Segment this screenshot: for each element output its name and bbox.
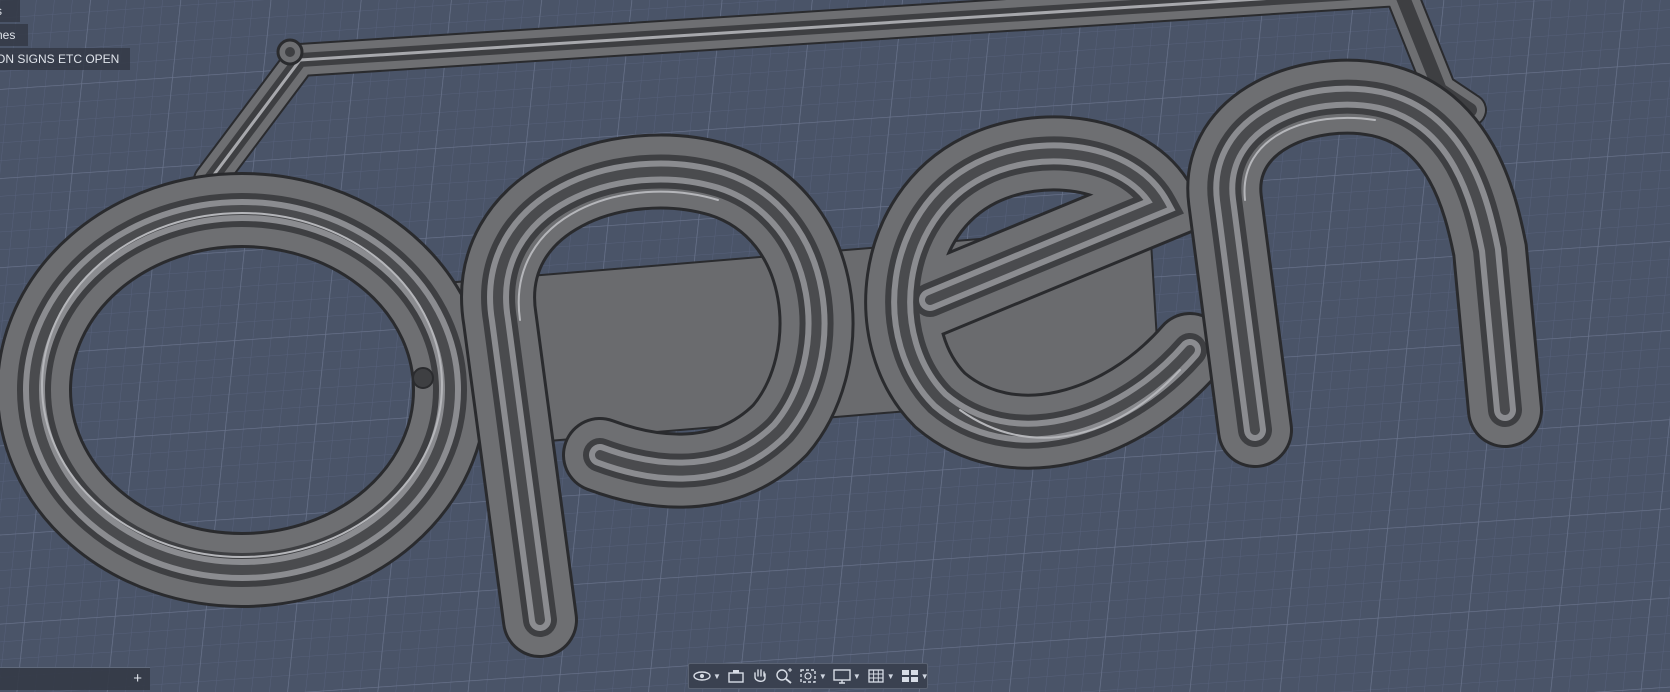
orbit-icon (693, 671, 711, 681)
viewports-icon (901, 670, 918, 682)
design-canvas[interactable] (0, 0, 1670, 692)
navigation-toolbar: ▼ ▼ ▼ ▼ ▼ (688, 663, 929, 689)
orbit-tool[interactable]: ▼ (693, 668, 721, 684)
grid-tool[interactable]: ▼ (867, 668, 895, 684)
zoom-icon (776, 668, 792, 684)
canvas-viewport[interactable] (0, 0, 1670, 692)
chevron-down-icon[interactable]: ▼ (713, 672, 721, 681)
browser-item-active-document[interactable]: ON SIGNS ETC OPEN (0, 48, 130, 70)
pan-tool[interactable] (751, 668, 769, 684)
chevron-down-icon[interactable]: ▼ (819, 672, 827, 681)
chevron-down-icon[interactable]: ▼ (887, 672, 895, 681)
look-at-icon (728, 670, 744, 683)
fit-tool[interactable]: ▼ (799, 668, 827, 684)
look-at-tool[interactable] (727, 668, 745, 684)
display-settings-icon (833, 669, 851, 684)
browser-item[interactable]: nes (0, 24, 28, 46)
fit-icon (800, 669, 816, 683)
display-settings-tool[interactable]: ▼ (833, 668, 861, 684)
zoom-tool[interactable] (775, 668, 793, 684)
pan-icon (754, 669, 766, 682)
comments-panel[interactable]: + (0, 667, 150, 690)
grid-icon (868, 669, 884, 683)
chevron-down-icon[interactable]: ▼ (921, 672, 929, 681)
browser-panel: s nes ON SIGNS ETC OPEN (0, 0, 130, 72)
chevron-down-icon[interactable]: ▼ (853, 672, 861, 681)
browser-item[interactable]: s (0, 0, 20, 22)
add-comment-button[interactable]: + (133, 668, 142, 690)
viewports-tool[interactable]: ▼ (901, 668, 929, 684)
